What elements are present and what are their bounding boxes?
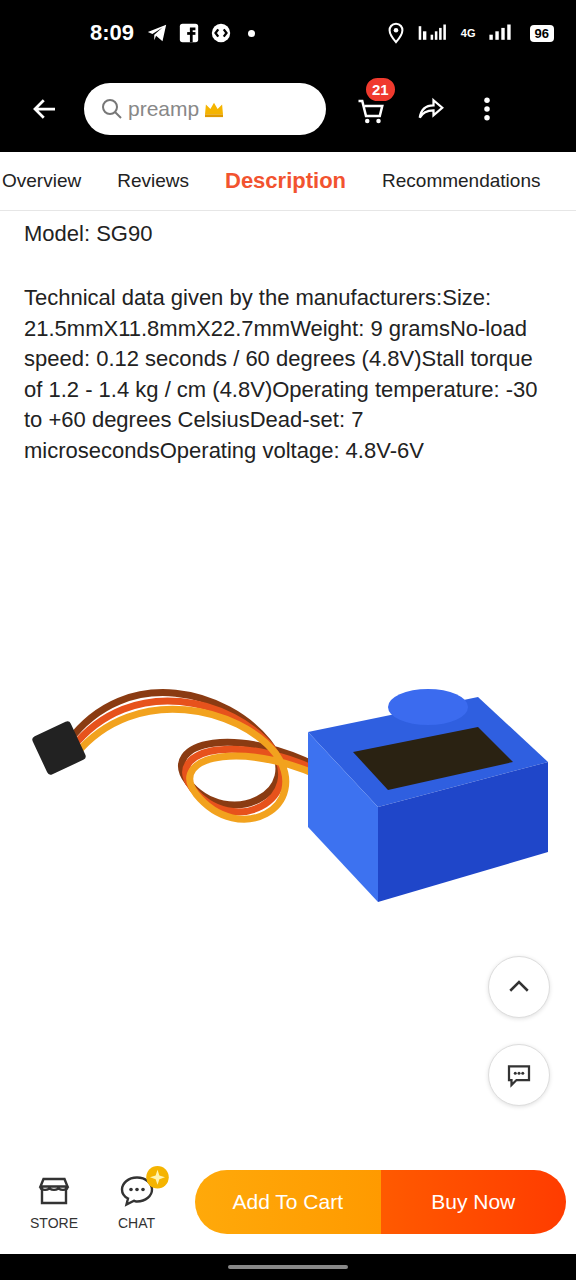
cart-badge: 21 bbox=[364, 76, 397, 103]
status-bar: 8:09 4G 96 bbox=[0, 0, 576, 66]
share-icon[interactable] bbox=[416, 94, 446, 124]
cart-button[interactable]: 21 bbox=[356, 92, 390, 126]
shazam-icon bbox=[210, 22, 232, 44]
tab[interactable]: Reviews bbox=[117, 170, 189, 192]
buy-now-button[interactable]: Buy Now bbox=[381, 1170, 566, 1234]
more-icon[interactable] bbox=[472, 94, 502, 124]
location-icon bbox=[385, 22, 407, 44]
signal-icon bbox=[417, 22, 451, 44]
purchase-buttons: Add To CartBuy Now bbox=[195, 1170, 566, 1234]
crown-icon bbox=[203, 100, 225, 118]
scroll-top-button[interactable] bbox=[488, 956, 550, 1018]
servo-picture-icon bbox=[0, 602, 576, 1022]
facebook-icon bbox=[178, 22, 200, 44]
description-content: Model: SG90 Technical data given by the m… bbox=[0, 211, 576, 1150]
home-handle[interactable] bbox=[228, 1265, 348, 1269]
tab[interactable]: Overview bbox=[2, 170, 81, 192]
signal-2-icon bbox=[486, 22, 520, 44]
store-button[interactable]: STORE bbox=[30, 1173, 78, 1231]
notification-dot-icon bbox=[248, 30, 255, 37]
add-to-cart-button[interactable]: Add To Cart bbox=[195, 1170, 380, 1234]
tab[interactable]: Description bbox=[225, 168, 346, 194]
navigation-bar bbox=[0, 1254, 576, 1280]
header: preamp 21 bbox=[0, 66, 576, 152]
chevron-up-icon bbox=[504, 972, 534, 1002]
tab[interactable]: Recommendations bbox=[382, 170, 540, 192]
tab-bar: Overview Reviews Description Recommendation… bbox=[0, 152, 576, 211]
search-field[interactable]: preamp bbox=[84, 83, 326, 135]
telegram-icon bbox=[146, 22, 168, 44]
model-text: Model: SG90 bbox=[24, 219, 552, 249]
back-arrow-icon[interactable] bbox=[30, 94, 60, 124]
network-label: 4G bbox=[461, 27, 476, 39]
spec-text: Technical data given by the manufacturer… bbox=[24, 283, 552, 466]
screen: 8:09 4G 96 preamp 21 Overview Reviews Descripti… bbox=[0, 0, 576, 1280]
store-label: STORE bbox=[30, 1215, 78, 1231]
product-image bbox=[0, 602, 576, 1022]
search-placeholder: preamp bbox=[128, 97, 199, 121]
chat-label: CHAT bbox=[118, 1215, 155, 1231]
bottom-bar: STORE CHAT Add To CartBuy Now bbox=[0, 1150, 576, 1254]
store-icon bbox=[36, 1173, 72, 1209]
battery-indicator: 96 bbox=[530, 25, 554, 42]
status-time: 8:09 bbox=[90, 20, 134, 46]
chat-bubble-icon bbox=[504, 1060, 534, 1090]
sparkle-icon bbox=[140, 1161, 170, 1191]
magnifier-icon bbox=[100, 97, 124, 121]
chat-button[interactable]: CHAT bbox=[118, 1173, 155, 1231]
message-button[interactable] bbox=[488, 1044, 550, 1106]
